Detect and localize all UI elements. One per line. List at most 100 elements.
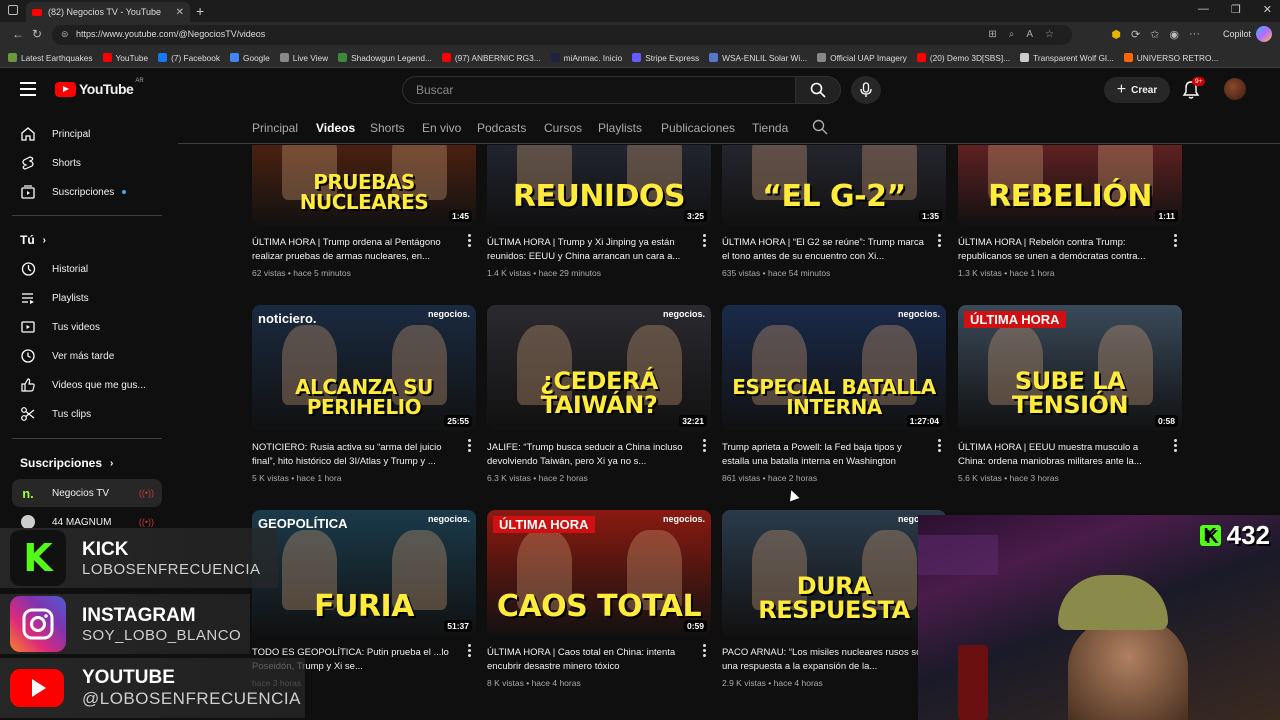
account-avatar[interactable] (1224, 78, 1246, 100)
more-actions-icon[interactable] (468, 234, 472, 249)
video-title[interactable]: ÚLTIMA HORA | Rebelón contra Trump: repu… (958, 236, 1163, 264)
url-field[interactable]: ⊜ https://www.youtube.com/@NegociosTV/vi… (52, 25, 1072, 45)
video-thumbnail[interactable]: negocios.DURA RESPUESTA (722, 510, 946, 636)
new-tab-icon[interactable]: + (196, 3, 204, 19)
bookmark-item[interactable]: YouTube (102, 53, 148, 63)
sidebar-item-historial[interactable]: Historial (12, 255, 162, 283)
extension-shield-icon[interactable]: ⬢ (1111, 28, 1121, 41)
sidebar-item-shorts[interactable]: Shorts (12, 149, 162, 177)
tab-shorts[interactable]: Shorts (370, 121, 405, 135)
video-title[interactable]: JALIFE: “Trump busca seducir a China inc… (487, 441, 692, 469)
bookmark-item[interactable]: WSA-ENLIL Solar Wi... (709, 53, 807, 63)
bookmark-item[interactable]: Google (230, 53, 270, 63)
video-card[interactable]: ÚLTIMA HORA SUBE LA TENSIÓN 0:58 ÚLTIMA HOR… (958, 305, 1182, 483)
video-title[interactable]: ÚLTIMA HORA | EEUU muestra musculo a Chi… (958, 441, 1163, 469)
sidebar-item-liked-videos[interactable]: Videos que me gus... (12, 371, 162, 399)
bookmark-item[interactable]: Official UAP Imagery (817, 53, 907, 63)
more-actions-icon[interactable] (938, 439, 942, 454)
video-title[interactable]: ÚLTIMA HORA | Caos total en China: inten… (487, 646, 692, 674)
video-card[interactable]: “EL G-2” 1:35 ÚLTIMA HORA | “El G2 se reún… (722, 145, 946, 278)
video-thumbnail[interactable]: “EL G-2” 1:35 (722, 145, 946, 226)
more-actions-icon[interactable] (703, 644, 707, 659)
video-card[interactable]: ÚLTIMA HORA negocios. CAOS TOTAL 0:59 ÚLTIMA… (487, 510, 711, 688)
more-actions-icon[interactable] (1174, 234, 1178, 249)
video-thumbnail[interactable]: HORAPRUEBAS NUCLEARES1:45 (252, 145, 476, 226)
menu-icon[interactable] (20, 82, 36, 100)
maximize-icon[interactable]: ❐ (1231, 3, 1241, 16)
more-actions-icon[interactable] (468, 439, 472, 454)
video-thumbnail[interactable]: noticiero. negocios. ALCANZA SU PERIHELIO 2… (252, 305, 476, 431)
video-thumbnail[interactable]: ÚLTIMA HORA negocios. CAOS TOTAL 0:59 (487, 510, 711, 636)
tab-playlists[interactable]: Playlists (598, 121, 642, 135)
tab-podcasts[interactable]: Podcasts (477, 121, 526, 135)
refresh-icon[interactable]: ↻ (32, 27, 42, 41)
copilot-button[interactable]: Copilot (1223, 26, 1272, 42)
you-section-header[interactable]: Tú › (20, 233, 46, 247)
site-info-icon[interactable]: ⊜ (61, 29, 69, 40)
sidebar-item-playlists[interactable]: Playlists (12, 284, 162, 312)
video-card[interactable]: REBELIÓN 1:11 ÚLTIMA HORA | Rebelón contra… (958, 145, 1182, 278)
more-actions-icon[interactable] (1174, 439, 1178, 454)
video-title[interactable]: ÚLTIMA HORA | Trump y Xi Jinping ya está… (487, 236, 692, 264)
video-card[interactable]: negocios. ¿CEDERÁ TAIWÁN? 32:21 JALIFE: “Tr… (487, 305, 711, 483)
zoom-icon[interactable]: ⌕ (1009, 29, 1015, 40)
sidebar-item-negocios-tv[interactable]: n. Negocios TV ((•)) (12, 479, 162, 507)
video-card[interactable]: REUNIDOS 3:25 ÚLTIMA HORA | Trump y Xi Jin… (487, 145, 711, 278)
youtube-logo[interactable]: YouTube AR (55, 78, 144, 97)
notifications-button[interactable]: 9+ (1182, 77, 1206, 100)
bookmark-item[interactable]: miAnmac. Inicio (550, 53, 622, 63)
video-thumbnail[interactable]: REBELIÓN 1:11 (958, 145, 1182, 226)
bookmark-item[interactable]: Stripe Express (632, 53, 699, 63)
channel-search-icon[interactable] (812, 119, 828, 140)
more-actions-icon[interactable] (468, 644, 472, 659)
video-card[interactable]: noticiero. negocios. ALCANZA SU PERIHELIO 2… (252, 305, 476, 483)
video-card[interactable]: negocios. ESPECIAL BATALLA INTERNA 1:27:04… (722, 305, 946, 483)
bookmark-item[interactable]: Latest Earthquakes (8, 53, 93, 63)
more-options-icon[interactable]: ··· (1189, 28, 1200, 41)
voice-search-button[interactable] (851, 76, 881, 104)
video-thumbnail[interactable]: GEOPOLÍTICA negocios. FURIA 51:37 (252, 510, 476, 636)
more-actions-icon[interactable] (703, 439, 707, 454)
search-input[interactable]: Buscar (402, 76, 796, 104)
extension-icon[interactable]: ⟳ (1131, 28, 1140, 41)
sidebar-item-tus-videos[interactable]: Tus videos (12, 313, 162, 341)
video-title[interactable]: ÚLTIMA HORA | Trump ordena al Pentágono … (252, 236, 457, 264)
more-actions-icon[interactable] (703, 234, 707, 249)
app-available-icon[interactable]: ⊞ (988, 29, 996, 40)
video-title[interactable]: Trump aprieta a Powell: la Fed baja tipo… (722, 441, 927, 469)
create-button[interactable]: + Crear (1104, 77, 1170, 103)
minimize-icon[interactable]: — (1198, 3, 1209, 16)
search-button[interactable] (796, 76, 841, 104)
bookmark-item[interactable]: Shadowgun Legend... (338, 53, 432, 63)
sidebar-item-suscripciones[interactable]: Suscripciones (12, 178, 162, 206)
subscriptions-section-header[interactable]: Suscripciones › (20, 456, 113, 470)
tab-tienda[interactable]: Tienda (752, 121, 788, 135)
bookmark-item[interactable]: (97) ANBERNIC RG3... (441, 53, 541, 63)
tab-actions-icon[interactable] (8, 5, 18, 15)
video-thumbnail[interactable]: ÚLTIMA HORA SUBE LA TENSIÓN 0:58 (958, 305, 1182, 431)
video-title[interactable]: NOTICIERO: Rusia activa su “arma del jui… (252, 441, 457, 469)
tab-principal[interactable]: Principal (252, 121, 298, 135)
browser-tab[interactable]: (82) Negocios TV - YouTube ✕ (26, 2, 190, 22)
video-card[interactable]: HORAPRUEBAS NUCLEARES1:45 ÚLTIMA HORA | T… (252, 145, 476, 278)
bookmark-item[interactable]: Transparent Wolf Gl... (1020, 53, 1114, 63)
tab-videos[interactable]: Videos (316, 121, 355, 135)
close-window-icon[interactable]: ✕ (1263, 3, 1272, 16)
tab-en-vivo[interactable]: En vivo (422, 121, 461, 135)
tab-cursos[interactable]: Cursos (544, 121, 582, 135)
bookmark-item[interactable]: (7) Facebook (158, 53, 220, 63)
video-thumbnail[interactable]: negocios. ESPECIAL BATALLA INTERNA 1:27:04 (722, 305, 946, 431)
sidebar-item-ver-mas-tarde[interactable]: Ver más tarde (12, 342, 162, 370)
read-aloud-icon[interactable]: A (1026, 29, 1033, 40)
video-card[interactable]: negocios.DURA RESPUESTA PACO ARNAU: “Los … (722, 510, 946, 688)
bookmark-item[interactable]: UNIVERSO RETRO... (1123, 53, 1218, 63)
video-title[interactable]: PACO ARNAU: “Los misiles nucleares rusos… (722, 646, 927, 674)
favorites-icon[interactable]: ✩ (1150, 28, 1159, 41)
more-actions-icon[interactable] (938, 234, 942, 249)
close-tab-icon[interactable]: ✕ (176, 7, 184, 18)
tab-publicaciones[interactable]: Publicaciones (661, 121, 735, 135)
back-icon[interactable]: ← (12, 27, 24, 41)
profile-icon[interactable]: ◉ (1169, 28, 1179, 41)
video-thumbnail[interactable]: negocios. ¿CEDERÁ TAIWÁN? 32:21 (487, 305, 711, 431)
favorite-star-icon[interactable]: ☆ (1045, 29, 1054, 40)
